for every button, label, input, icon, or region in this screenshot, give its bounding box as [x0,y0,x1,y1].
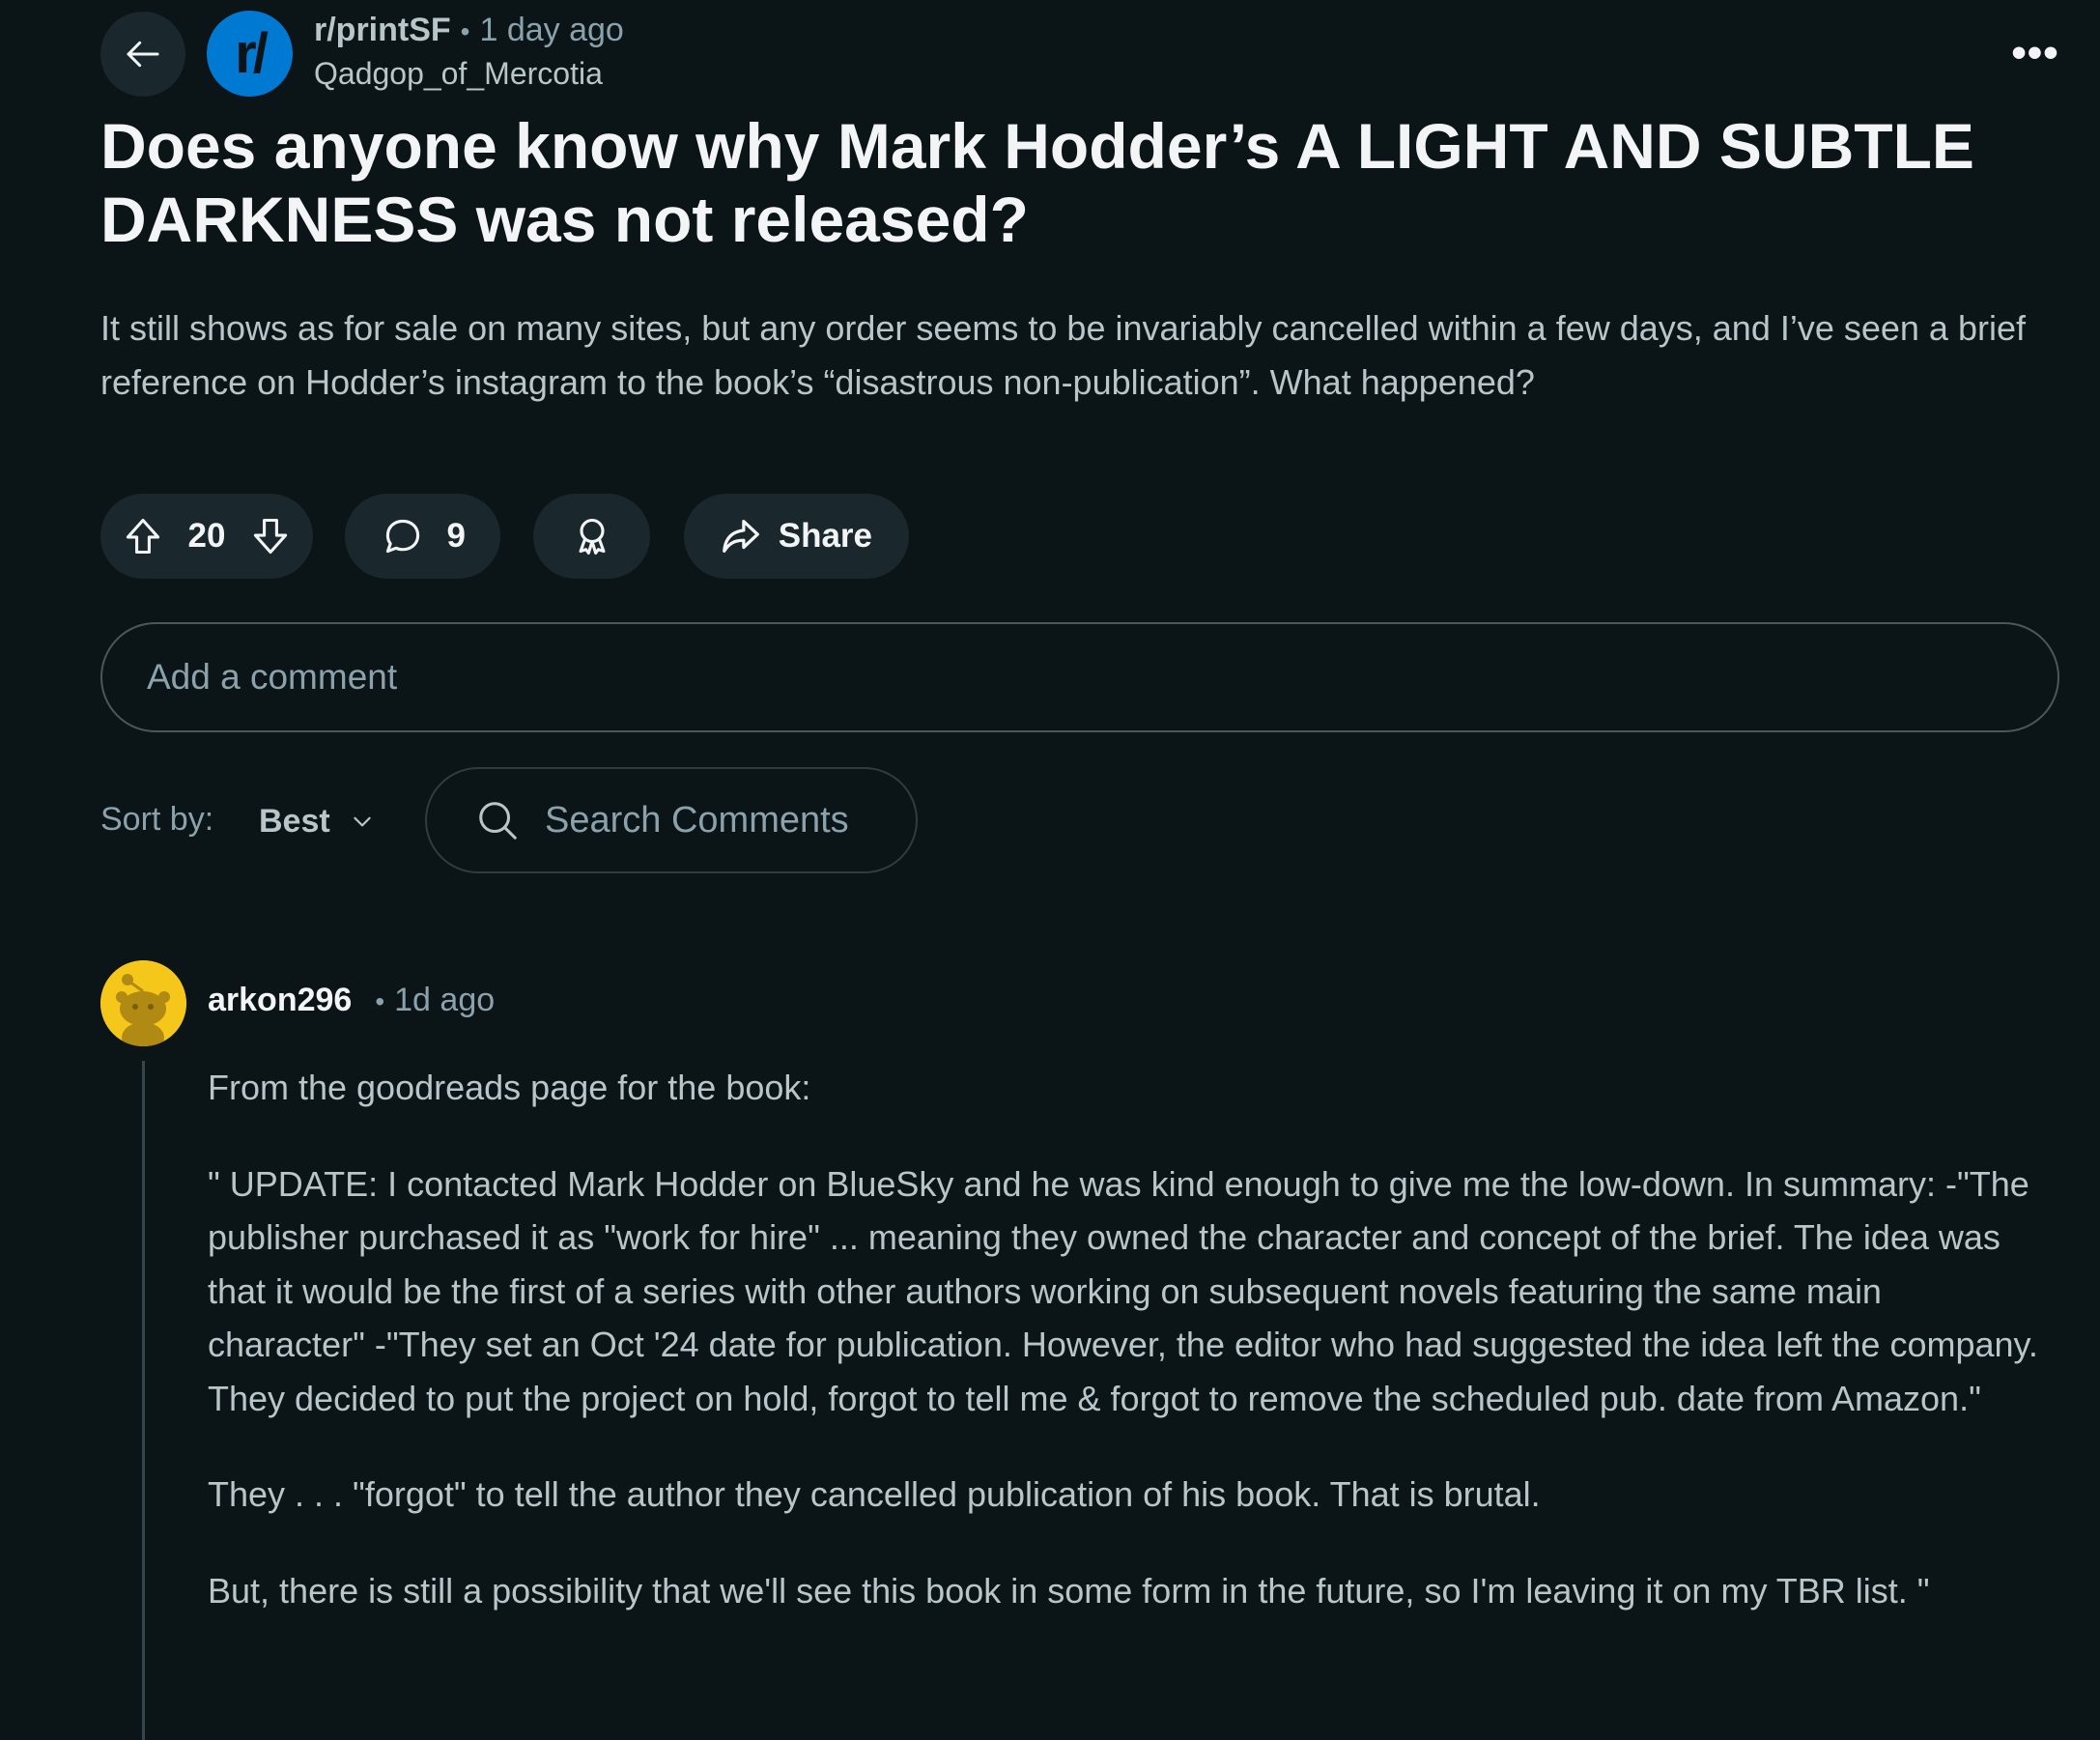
subreddit-icon-text: r/ [235,22,269,85]
speech-bubble-icon [385,519,420,554]
arrow-left-icon [127,41,159,68]
upvote-arrow-icon[interactable] [122,515,164,557]
back-button[interactable] [100,12,185,97]
post-body: It still shows as for sale on many sites… [100,308,2026,402]
more-dots-icon: ••• [2011,29,2059,76]
thread-line[interactable] [142,1061,145,1740]
comments-button[interactable]: 9 [345,494,500,579]
post-author[interactable]: Qadgop_of_Mercotia [314,56,603,92]
award-ribbon-icon [579,518,605,555]
chevron-down-icon [354,816,371,827]
comment-body: From the goodreads page for the book: " … [208,1061,2043,1660]
comment-paragraph: But, there is still a possibility that w… [208,1570,1930,1611]
comment-paragraph: " UPDATE: I contacted Mark Hodder on Blu… [208,1163,2038,1418]
vote-count: 20 [187,517,226,555]
sort-value: Best [259,802,330,840]
comment-author[interactable]: arkon296 [208,982,352,1019]
post-time: 1 day ago [479,12,624,48]
award-button[interactable] [533,494,650,579]
add-comment-input[interactable]: Add a comment [100,622,2059,732]
comment-meta: arkon296 • 1d ago [208,982,495,1019]
comment-time: 1d ago [394,982,496,1018]
search-comments-input[interactable]: Search Comments [425,767,918,873]
meta-separator: • [460,16,470,46]
more-options-button[interactable]: ••• [2001,29,2069,77]
snoo-avatar-icon [100,960,186,1046]
share-arrow-icon [723,520,759,553]
comment-paragraph: From the goodreads page for the book: [208,1068,811,1107]
subreddit-icon[interactable]: r/ [207,11,293,97]
share-button[interactable]: Share [684,494,909,579]
subreddit-name[interactable]: r/printSF [314,12,451,49]
sort-label: Sort by: [100,801,214,838]
avatar[interactable] [100,960,186,1046]
search-icon [479,802,517,840]
sort-dropdown[interactable]: Best [259,794,375,848]
post-meta: r/printSF • 1 day ago [314,12,624,49]
comment-meta-separator: • [375,986,385,1016]
post-title: Does anyone know why Mark Hodder’s A LIG… [100,110,1974,255]
downvote-arrow-icon[interactable] [249,515,292,557]
comment-count: 9 [446,517,466,555]
search-comments-placeholder: Search Comments [545,799,849,841]
share-label: Share [778,517,872,555]
vote-control: 20 [100,494,313,579]
comment-paragraph: They . . . "forgot" to tell the author t… [208,1474,1541,1514]
add-comment-placeholder: Add a comment [147,657,398,697]
